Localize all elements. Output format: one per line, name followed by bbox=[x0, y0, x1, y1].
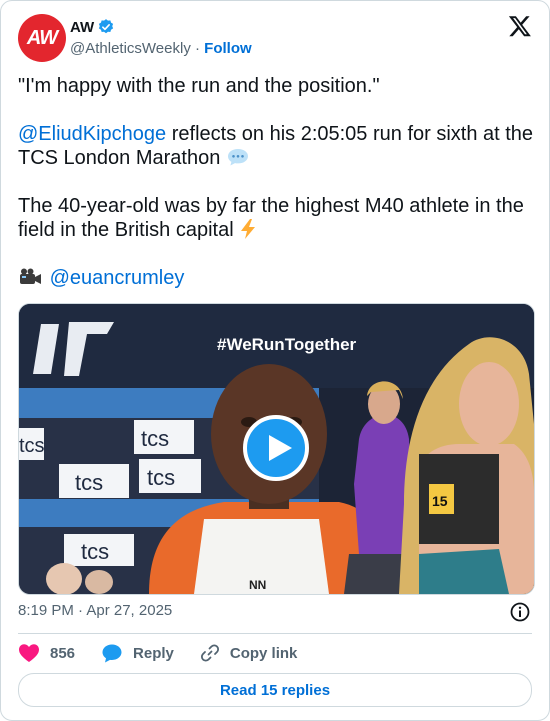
race-bib-number: 15 bbox=[432, 493, 448, 509]
author-handle-row: @AthleticsWeekly · Follow bbox=[70, 40, 252, 57]
backdrop-sponsor-3: tcs bbox=[147, 465, 175, 490]
backdrop-sponsor-5: tcs bbox=[19, 435, 45, 457]
backdrop-sponsor-2: tcs bbox=[75, 470, 103, 495]
tweet-card: AW AW @AthleticsWeekly · Follow "I'm hap… bbox=[0, 0, 550, 721]
lightning-emoji-icon bbox=[241, 219, 256, 239]
tweet-actions: 856 Reply Copy link bbox=[18, 642, 323, 664]
backdrop-hashtag: #WeRunTogether bbox=[217, 335, 357, 354]
play-button[interactable] bbox=[243, 415, 309, 481]
heart-icon bbox=[19, 644, 39, 662]
avatar[interactable]: AW bbox=[18, 14, 66, 62]
tweet-timestamp[interactable]: 8:19 PM · Apr 27, 2025 bbox=[18, 602, 172, 619]
backdrop-sponsor-1: tcs bbox=[141, 426, 169, 451]
copy-link-button[interactable]: Copy link bbox=[200, 643, 298, 663]
handle-separator: · bbox=[195, 40, 200, 57]
follow-button[interactable]: Follow bbox=[204, 40, 252, 57]
read-replies-button[interactable]: Read 15 replies bbox=[18, 673, 532, 707]
mention-link[interactable]: @EliudKipchoge bbox=[18, 123, 166, 145]
info-icon[interactable] bbox=[510, 602, 530, 622]
reply-bubble-icon bbox=[102, 644, 122, 663]
speech-bubble-emoji-icon bbox=[227, 149, 248, 166]
divider bbox=[18, 633, 532, 634]
author-name-row[interactable]: AW bbox=[70, 18, 115, 36]
video-camera-emoji-icon bbox=[20, 268, 41, 284]
tweet-quote-line: "I'm happy with the run and the position… bbox=[18, 75, 380, 97]
copy-link-label: Copy link bbox=[229, 644, 298, 662]
tweet-header: AW AW @AthleticsWeekly · Follow bbox=[18, 14, 532, 62]
author-name[interactable]: AW bbox=[70, 19, 94, 36]
read-replies-label: Read 15 replies bbox=[219, 681, 331, 699]
play-icon bbox=[269, 435, 292, 461]
avatar-logo-text: AW bbox=[26, 26, 58, 49]
backdrop-sponsor-4: tcs bbox=[81, 539, 109, 564]
tweet-text: "I'm happy with the run and the position… bbox=[18, 74, 538, 290]
author-handle[interactable]: @AthleticsWeekly bbox=[70, 40, 191, 57]
tweet-paragraph-3: The 40-year-old was by far the highest M… bbox=[18, 194, 538, 242]
like-button[interactable]: 856 bbox=[18, 643, 75, 663]
x-logo-icon[interactable] bbox=[508, 14, 532, 38]
reply-label: Reply bbox=[133, 644, 174, 662]
credit-mention-link[interactable]: @euancrumley bbox=[50, 267, 185, 289]
like-count: 856 bbox=[50, 644, 76, 662]
kit-sponsor-text: NN bbox=[249, 578, 266, 592]
link-icon bbox=[200, 644, 219, 662]
verified-badge-icon bbox=[99, 19, 114, 34]
tweet-paragraph-3-text: The 40-year-old was by far the highest M… bbox=[18, 195, 524, 241]
tweet-credit-line: @euancrumley bbox=[18, 266, 538, 290]
tweet-paragraph-2: @EliudKipchoge reflects on his 2:05:05 r… bbox=[18, 122, 538, 170]
reply-button[interactable]: Reply bbox=[101, 643, 174, 663]
video-player[interactable]: #WeRunTogether tcs tcs tcs tcs tcs NN 15 bbox=[18, 303, 535, 595]
